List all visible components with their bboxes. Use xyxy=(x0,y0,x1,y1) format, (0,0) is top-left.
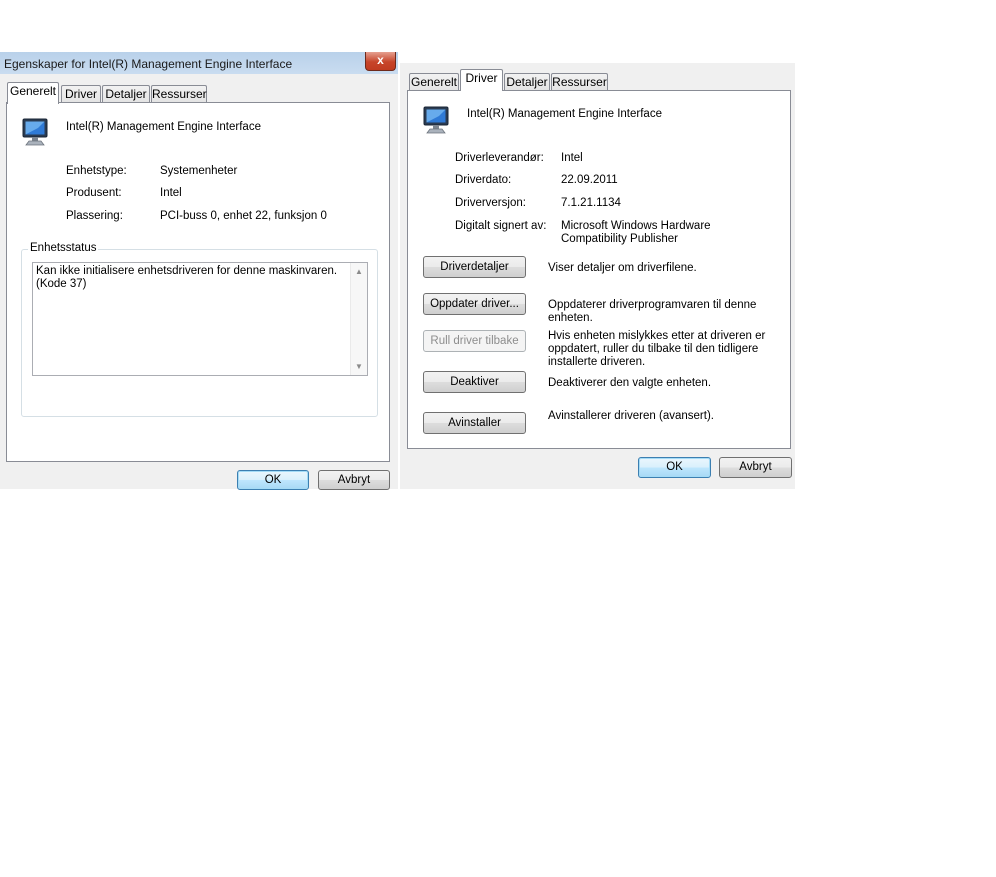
update-driver-button[interactable]: Oppdater driver... xyxy=(423,293,526,315)
tab-label: Detaljer xyxy=(105,87,147,101)
driver-date-value: 22.09.2011 xyxy=(561,174,618,186)
scrollbar[interactable]: ▲ ▼ xyxy=(350,263,367,375)
title-bar[interactable]: Egenskaper for Intel(R) Management Engin… xyxy=(0,52,398,74)
tab-generelt[interactable]: Generelt xyxy=(7,82,59,104)
device-type-label: Enhetstype: xyxy=(66,165,127,177)
driver-version-label: Driverversjon: xyxy=(455,197,526,209)
digital-signer-label: Digitalt signert av: xyxy=(455,220,547,232)
rollback-driver-description: Hvis enheten mislykkes etter at driveren… xyxy=(548,330,766,368)
ok-button[interactable]: OK xyxy=(638,457,711,478)
tab-label: Ressurser xyxy=(152,87,207,101)
tab-label: Ressurser xyxy=(552,75,607,89)
tab-content-driver: Intel(R) Management Engine Interface Dri… xyxy=(407,90,791,449)
tab-driver[interactable]: Driver xyxy=(460,69,503,91)
properties-dialog-driver: Generelt Driver Detaljer Ressurser Intel… xyxy=(400,63,795,489)
rollback-driver-button[interactable]: Rull driver tilbake xyxy=(423,330,526,352)
cancel-button[interactable]: Avbryt xyxy=(318,470,390,490)
device-type-value: Systemenheter xyxy=(160,165,238,177)
driver-details-button[interactable]: Driverdetaljer xyxy=(423,256,526,278)
tab-label: Detaljer xyxy=(506,75,548,89)
properties-dialog-general: Egenskaper for Intel(R) Management Engin… xyxy=(0,52,398,490)
monitor-icon xyxy=(22,118,48,146)
driver-provider-value: Intel xyxy=(561,152,583,164)
tab-detaljer[interactable]: Detaljer xyxy=(102,85,150,103)
tab-driver[interactable]: Driver xyxy=(61,85,101,103)
uninstall-driver-description: Avinstallerer driveren (avansert). xyxy=(548,410,714,422)
tab-ressurser[interactable]: Ressurser xyxy=(151,85,207,103)
window-title: Egenskaper for Intel(R) Management Engin… xyxy=(4,57,293,71)
disable-device-description: Deaktiverer den valgte enheten. xyxy=(548,377,712,389)
tab-generelt[interactable]: Generelt xyxy=(409,73,459,91)
update-driver-description: Oppdaterer driverprogramvaren til denne … xyxy=(548,299,757,324)
disable-device-button[interactable]: Deaktiver xyxy=(423,371,526,393)
device-name: Intel(R) Management Engine Interface xyxy=(66,121,261,133)
device-status-legend: Enhetsstatus xyxy=(28,242,99,254)
driver-details-description: Viser detaljer om driverfilene. xyxy=(548,262,697,274)
location-value: PCI-buss 0, enhet 22, funksjon 0 xyxy=(160,210,327,222)
tab-detaljer[interactable]: Detaljer xyxy=(504,73,550,91)
close-button[interactable]: x xyxy=(365,52,396,71)
tab-label: Driver xyxy=(465,71,498,85)
tab-content-general: Intel(R) Management Engine Interface Enh… xyxy=(6,102,390,462)
driver-provider-label: Driverleverandør: xyxy=(455,152,544,164)
location-label: Plassering: xyxy=(66,210,123,222)
tab-label: Generelt xyxy=(9,84,57,98)
close-icon: x xyxy=(377,53,384,67)
device-name: Intel(R) Management Engine Interface xyxy=(467,108,662,120)
device-status-group: Enhetsstatus Kan ikke initialisere enhet… xyxy=(21,242,378,417)
tab-label: Driver xyxy=(65,87,97,101)
tab-ressurser[interactable]: Ressurser xyxy=(551,73,608,91)
manufacturer-value: Intel xyxy=(160,187,182,199)
manufacturer-label: Produsent: xyxy=(66,187,122,199)
scroll-down-icon[interactable]: ▼ xyxy=(354,362,364,372)
device-status-text: Kan ikke initialisere enhetsdriveren for… xyxy=(36,265,338,290)
ok-button[interactable]: OK xyxy=(237,470,309,490)
tab-label: Generelt xyxy=(410,75,458,89)
device-status-textbox[interactable]: Kan ikke initialisere enhetsdriveren for… xyxy=(32,262,368,376)
driver-date-label: Driverdato: xyxy=(455,174,512,186)
digital-signer-value: Microsoft Windows Hardware Compatibility… xyxy=(561,220,711,245)
driver-version-value: 7.1.21.1134 xyxy=(561,197,621,209)
cancel-button[interactable]: Avbryt xyxy=(719,457,792,478)
monitor-icon xyxy=(423,106,449,134)
scroll-up-icon[interactable]: ▲ xyxy=(354,267,364,277)
uninstall-driver-button[interactable]: Avinstaller xyxy=(423,412,526,434)
